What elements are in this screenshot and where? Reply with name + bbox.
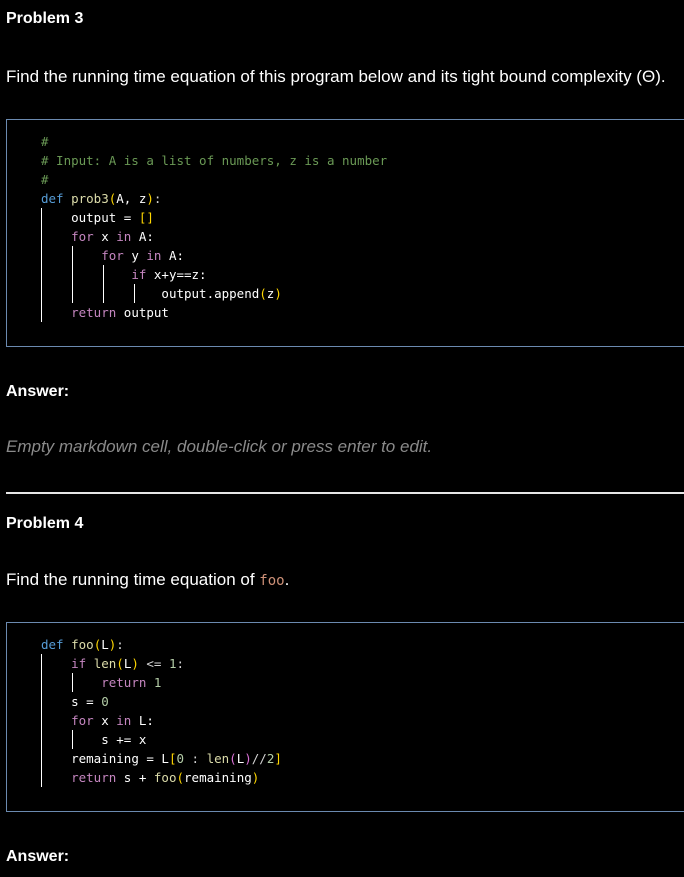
problem-3-title: Problem 3: [6, 10, 84, 27]
indent-guide: [134, 284, 135, 303]
indent-guide: [41, 654, 42, 787]
description-period: .: [284, 570, 290, 589]
horizontal-rule: [6, 492, 684, 494]
len-call: len: [206, 751, 230, 766]
def-keyword: def: [41, 637, 64, 652]
code-comment: #: [41, 134, 49, 149]
description-text: Find the running time equation of: [6, 570, 260, 589]
condition: x+y==z:: [153, 267, 207, 282]
number-literal: 1: [168, 656, 177, 671]
s-increment: s += x: [101, 732, 147, 747]
param: L: [101, 637, 109, 652]
return-keyword: return: [101, 675, 147, 690]
params: A, z: [116, 191, 147, 206]
bracket: ]: [274, 751, 282, 766]
empty-markdown-cell[interactable]: Empty markdown cell, double-click or pre…: [6, 437, 432, 457]
indent-guide: [41, 208, 42, 322]
comparison: <=: [138, 656, 169, 671]
problem-4-code-cell[interactable]: def foo(L): if len(L) <= 1: return 1 s =…: [6, 622, 684, 812]
problem-4-description: Find the running time equation of foo.: [6, 570, 289, 590]
inline-code-foo: foo: [259, 573, 285, 589]
loop-var-y: y: [131, 248, 139, 263]
indent-guide: [72, 673, 73, 692]
output-assign: output =: [71, 210, 139, 225]
return-keyword: return: [71, 305, 117, 320]
code-comment: # Input: A is a list of numbers, z is a …: [41, 153, 388, 168]
iterable-a: A:: [168, 248, 185, 263]
iterable-a: A:: [138, 229, 154, 244]
loop-var-x: x: [101, 713, 109, 728]
problem-3-description: Find the running time equation of this p…: [6, 67, 666, 86]
append-call: output.append: [161, 286, 260, 301]
in-keyword: in: [116, 229, 132, 244]
function-name: prob3: [71, 191, 109, 206]
for-keyword: for: [101, 248, 124, 263]
floor-div: //: [251, 751, 267, 766]
in-keyword: in: [146, 248, 162, 263]
indent-guide: [103, 265, 104, 303]
problem-4-code: def foo(L): if len(L) <= 1: return 1 s =…: [41, 637, 282, 785]
number-literal: 0: [101, 694, 109, 709]
slice-colon: :: [184, 751, 207, 766]
def-keyword: def: [41, 191, 64, 206]
function-name: foo: [71, 637, 94, 652]
problem-3-answer-label: Answer:: [6, 383, 70, 400]
for-keyword: for: [71, 713, 94, 728]
return-value: output: [123, 305, 169, 320]
if-keyword: if: [71, 656, 87, 671]
if-keyword: if: [131, 267, 147, 282]
number-literal: 0: [176, 751, 185, 766]
remaining-assign: remaining = L: [71, 751, 169, 766]
len-call: len: [93, 656, 117, 671]
code-comment: #: [41, 172, 49, 187]
for-keyword: for: [71, 229, 94, 244]
problem-4-answer-label: Answer:: [6, 848, 70, 865]
s-assign: s =: [71, 694, 102, 709]
indent-guide: [72, 246, 73, 303]
return-keyword: return: [71, 770, 117, 785]
iterable-l: L:: [138, 713, 154, 728]
return-expr: s +: [123, 770, 154, 785]
indent-guide: [72, 730, 73, 749]
problem-4-title: Problem 4: [6, 515, 84, 532]
in-keyword: in: [116, 713, 132, 728]
problem-3-code-cell[interactable]: # # Input: A is a list of numbers, z is …: [6, 119, 684, 347]
empty-list: []: [138, 210, 154, 225]
loop-var-x: x: [101, 229, 109, 244]
remaining-arg: remaining: [184, 770, 252, 785]
recursive-call: foo: [153, 770, 177, 785]
problem-3-code: # # Input: A is a list of numbers, z is …: [41, 134, 388, 320]
number-literal: 1: [153, 675, 162, 690]
